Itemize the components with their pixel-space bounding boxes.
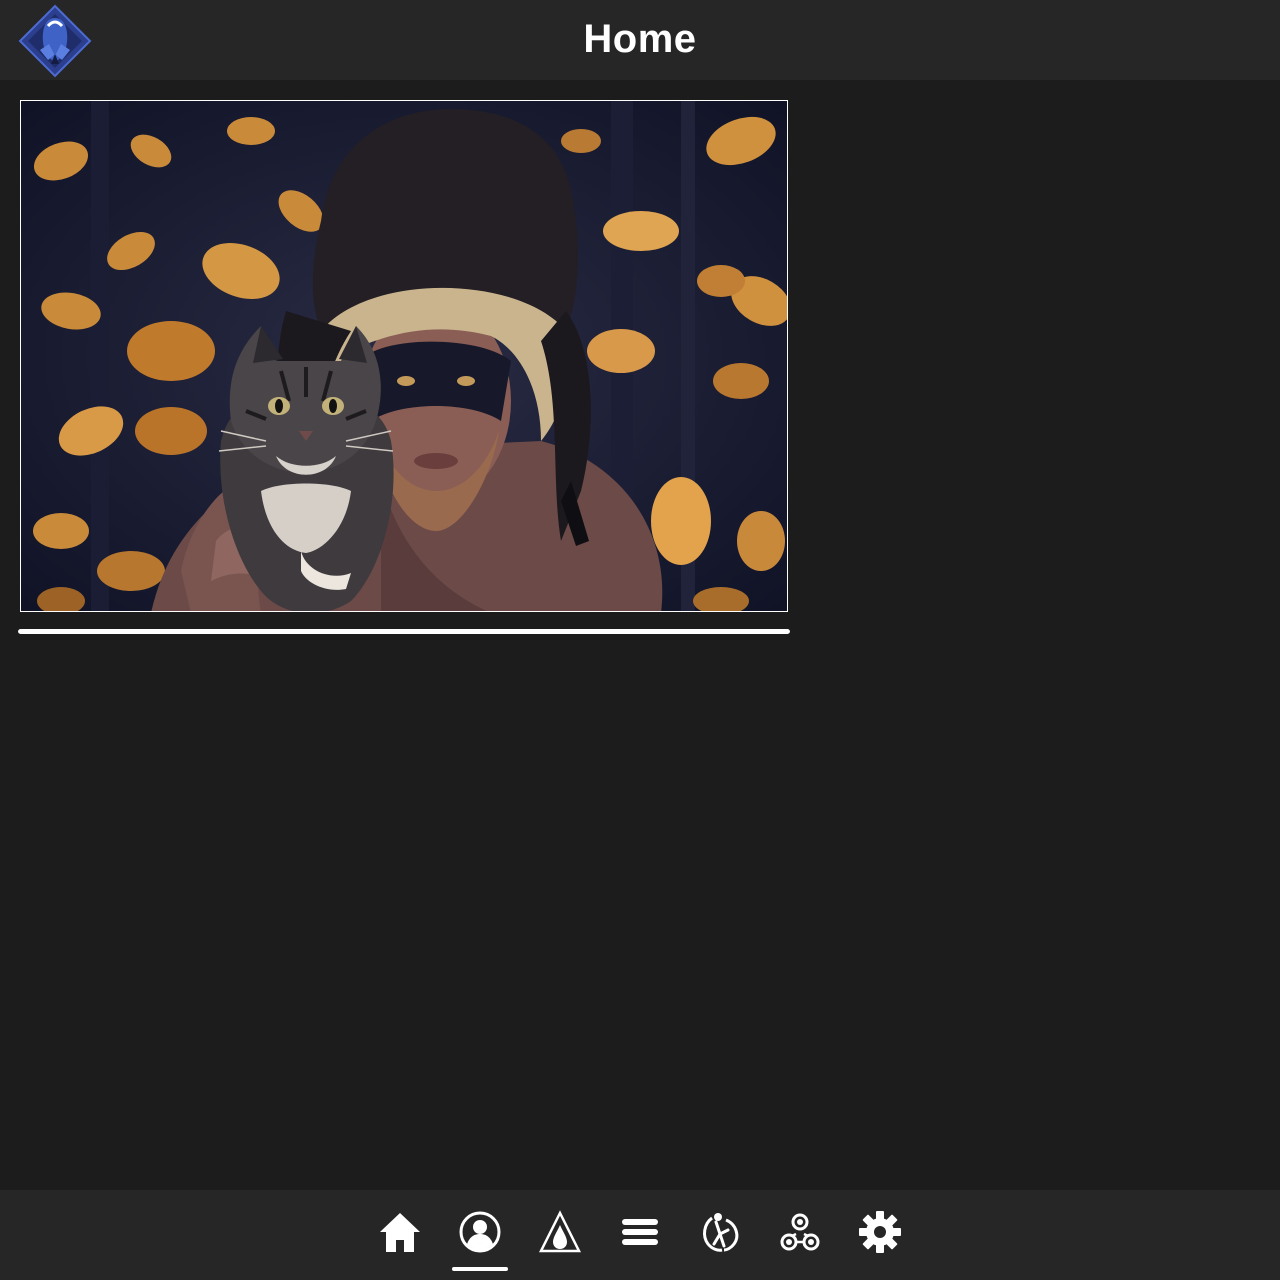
activity-icon — [703, 1213, 739, 1252]
post-progress-fill — [18, 629, 790, 634]
nav-settings[interactable] — [852, 1210, 908, 1266]
top-header: Home — [0, 0, 1280, 80]
bottom-nav — [0, 1190, 1280, 1280]
community-icon — [780, 1213, 820, 1251]
post-progress-bar — [18, 629, 790, 634]
post-photo[interactable] — [20, 100, 788, 612]
menu-icon — [622, 1219, 658, 1245]
nav-active-indicator — [452, 1267, 508, 1271]
photo-man-with-cat-icon — [21, 101, 787, 611]
nav-menu[interactable] — [612, 1210, 668, 1266]
app-root: Home — [0, 0, 1280, 1280]
nav-activity[interactable] — [692, 1210, 748, 1266]
post-card[interactable] — [20, 100, 788, 612]
nav-home[interactable] — [372, 1210, 428, 1266]
page-title: Home — [583, 17, 697, 61]
home-icon — [380, 1213, 420, 1252]
drop-triangle-icon — [538, 1210, 582, 1253]
nav-profile[interactable] — [452, 1210, 508, 1266]
settings-gear-icon — [859, 1211, 901, 1253]
nav-community[interactable] — [772, 1210, 828, 1266]
profile-icon — [459, 1211, 501, 1253]
nav-drop[interactable] — [532, 1210, 588, 1266]
